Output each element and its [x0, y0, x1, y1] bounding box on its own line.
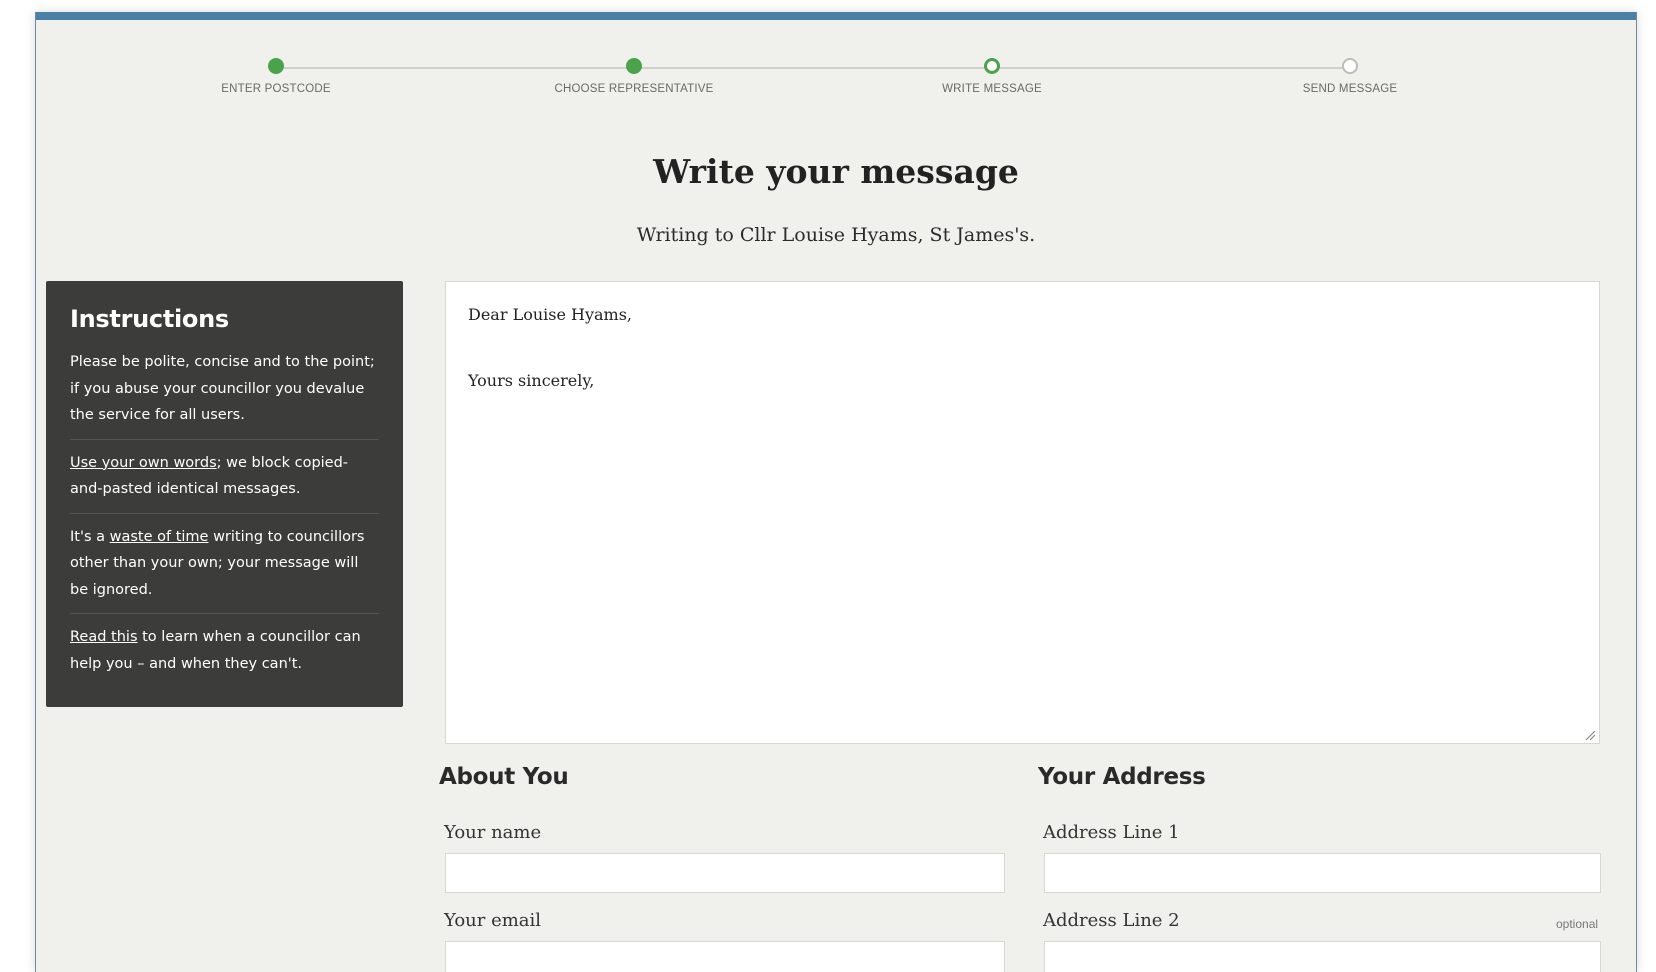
- instruction-read-this: Read this to learn when a councillor can…: [70, 624, 379, 687]
- step-complete-dot-icon: [626, 58, 642, 74]
- your-email-label: Your email: [444, 910, 542, 931]
- step-label: WRITE MESSAGE: [942, 83, 1042, 95]
- top-accent-bar: [36, 12, 1636, 20]
- optional-tag: optional: [1556, 917, 1599, 931]
- instruction-own-councillor: It's a waste of time writing to councill…: [70, 524, 379, 614]
- step-label: SEND MESSAGE: [1302, 83, 1398, 95]
- address-line-1-label: Address Line 1: [1043, 822, 1180, 843]
- address-line-2-input[interactable]: [1044, 941, 1601, 972]
- step-send-message: SEND MESSAGE: [1240, 58, 1460, 95]
- your-email-input[interactable]: [445, 941, 1005, 972]
- instructions-heading: Instructions: [70, 305, 229, 333]
- page-title: Write your message: [653, 152, 1019, 191]
- address-line-1-input[interactable]: [1044, 853, 1601, 893]
- read-this-link[interactable]: Read this: [70, 629, 138, 645]
- instructions-panel: Instructions Please be polite, concise a…: [46, 281, 403, 707]
- page-frame: ENTER POSTCODE CHOOSE REPRESENTATIVE WRI…: [35, 12, 1637, 972]
- instruction-politeness: Please be polite, concise and to the poi…: [70, 349, 379, 440]
- address-line-2-label: Address Line 2: [1043, 910, 1180, 931]
- waste-of-time-link[interactable]: waste of time: [110, 529, 209, 545]
- step-label: ENTER POSTCODE: [221, 83, 331, 95]
- about-you-heading: About You: [439, 764, 569, 790]
- message-signoff: Yours sincerely,: [468, 371, 595, 390]
- step-enter-postcode: ENTER POSTCODE: [166, 58, 386, 95]
- your-name-label: Your name: [444, 822, 542, 843]
- step-choose-representative: CHOOSE REPRESENTATIVE: [524, 58, 744, 95]
- progress-track: [276, 67, 1350, 69]
- use-your-own-words-link[interactable]: Use your own words: [70, 455, 217, 471]
- step-label: CHOOSE REPRESENTATIVE: [554, 83, 714, 95]
- your-name-input[interactable]: [445, 853, 1005, 893]
- message-textarea[interactable]: Dear Louise Hyams, Yours sincerely,: [445, 281, 1600, 744]
- resize-handle-icon[interactable]: [1584, 729, 1596, 741]
- progress-steps: ENTER POSTCODE CHOOSE REPRESENTATIVE WRI…: [36, 46, 1636, 106]
- instruction-text: It's a: [70, 528, 110, 545]
- step-current-dot-icon: [984, 58, 1000, 74]
- your-address-heading: Your Address: [1038, 764, 1206, 790]
- step-pending-dot-icon: [1342, 58, 1358, 74]
- message-greeting: Dear Louise Hyams,: [468, 305, 633, 324]
- page-subtitle: Writing to Cllr Louise Hyams, St James's…: [636, 224, 1036, 246]
- step-complete-dot-icon: [268, 58, 284, 74]
- instruction-own-words: Use your own words; we block copied-and-…: [70, 450, 379, 514]
- step-write-message: WRITE MESSAGE: [882, 58, 1102, 95]
